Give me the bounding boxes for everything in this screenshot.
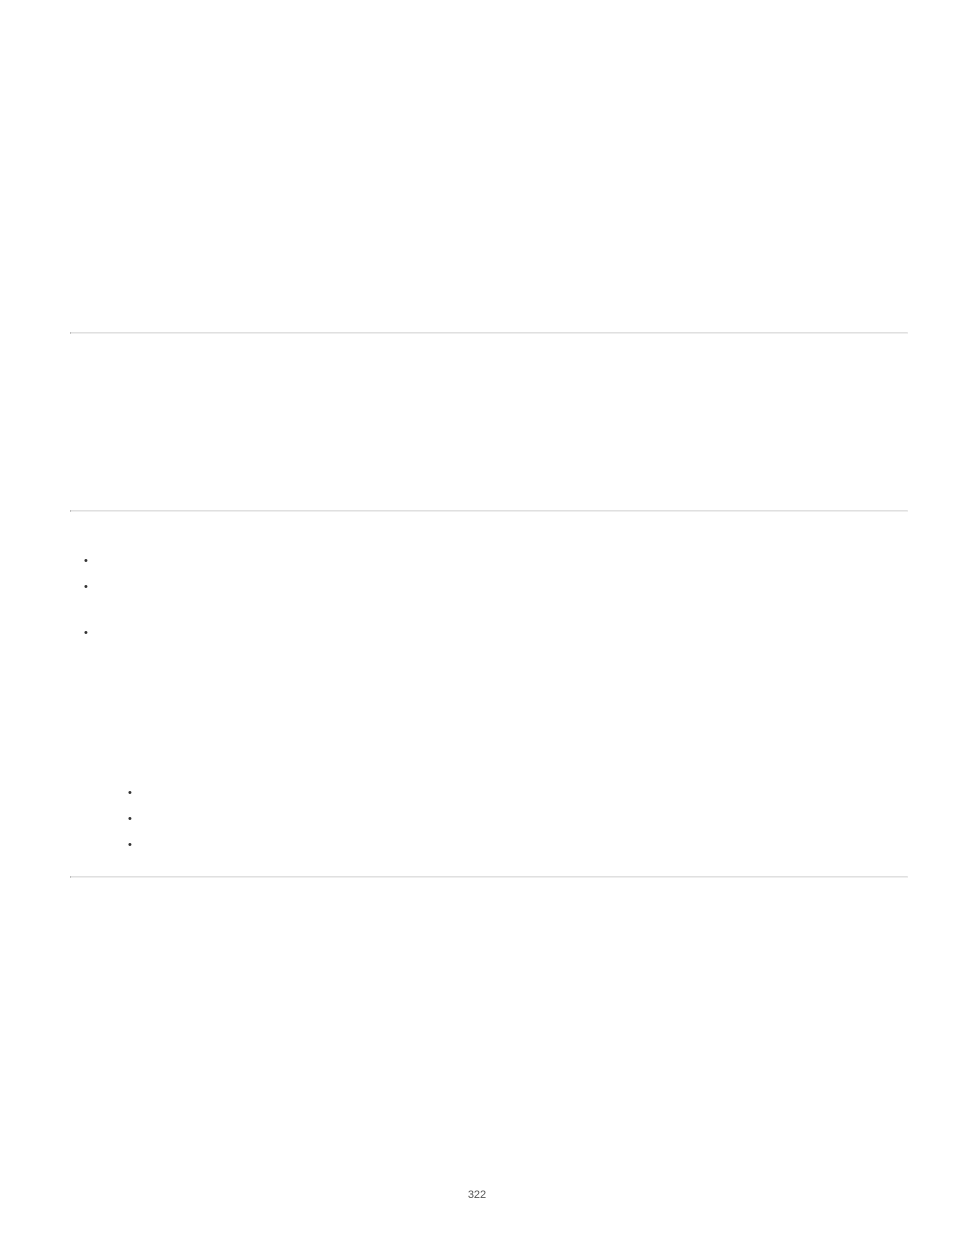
bullet-list: Introduce Claude, set context: both an e… (70, 552, 908, 856)
divider-3 (70, 876, 908, 878)
para-1-prefix: The first I/we (70, 77, 142, 91)
bullet-3-suffix: Let's try to talk about: (100, 763, 218, 777)
bullet-2: Grounding in essay themes. "Machines of … (84, 578, 908, 618)
section-3: Paragraph 3 Introduce Claude, set contex… (70, 512, 908, 876)
para-5: Dario's prose is quite lean. Paragraph–p… (70, 348, 908, 408)
para-2: Brainstorming: It's science as a whole a… (70, 162, 908, 222)
nested-2: Claude augmenting humans (128, 810, 908, 830)
bullet-2-prefix: Grounding in essay themes. (100, 581, 259, 595)
section-1: The first I/we is scientists and enginee… (70, 60, 908, 332)
para-1: The first I/we is scientists and enginee… (70, 74, 908, 154)
para-4: Instead, writing rather... Tone analysis… (70, 278, 908, 318)
bullet-2-ref: "Machines of Loving Grace" (259, 581, 413, 595)
para-3: Let's do a thought experiment. Imagine w… (70, 230, 908, 270)
nested-list: Safety / Alignment Claude augmenting hum… (100, 784, 908, 856)
para-6: Edit 1: ▸ I changed the thought experime… (70, 416, 908, 496)
bullet-1: Introduce Claude, set context: both an e… (84, 552, 908, 572)
nested-3: Claude as incremental improvements, fits… (128, 836, 908, 856)
para-1-body: is scientists and engineers. If scientif… (70, 77, 888, 151)
nested-1: Safety / Alignment (128, 784, 908, 804)
para-2-label: Brainstorming: (70, 165, 160, 179)
bullet-3-prefix: Probably gotta touch on safety and align… (100, 627, 897, 681)
page-number: 322 (0, 1189, 954, 1201)
section-2: Dario's prose is quite lean. Paragraph–p… (70, 334, 908, 510)
bullet-2-ref2: "compressed 21st century" (429, 581, 578, 595)
para-2-body: It's science as a whole and the science … (70, 165, 900, 219)
para-5-prefix: Dario's prose is quite lean. (70, 351, 229, 365)
para-6-body: ▸ I changed the thought experiment from … (70, 419, 904, 493)
heading-paragraph-3: Paragraph 3 (70, 526, 908, 542)
bullet-2-mid: & (413, 581, 428, 595)
para-6-label: Edit 1: (70, 419, 108, 433)
bullet-3-quote: "I think it could be one of the most pow… (100, 692, 908, 752)
bullet-3: Probably gotta touch on safety and align… (84, 624, 908, 856)
